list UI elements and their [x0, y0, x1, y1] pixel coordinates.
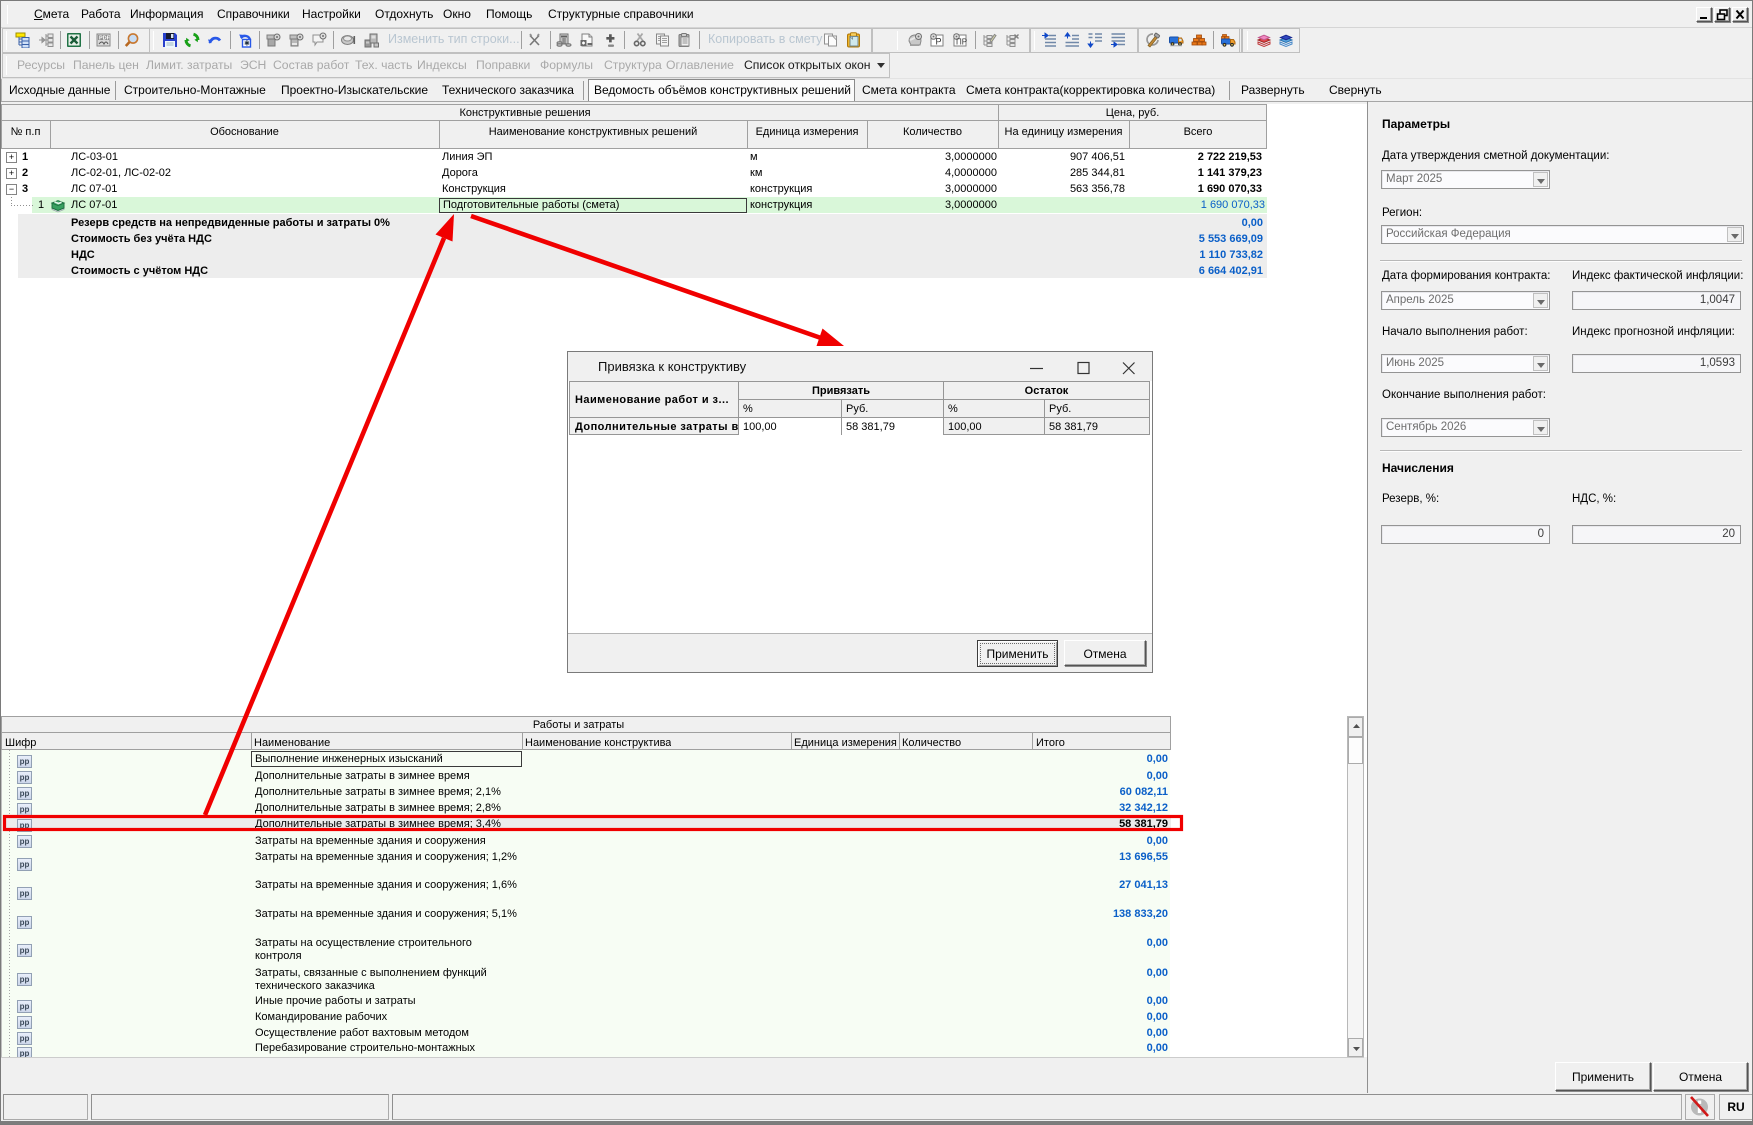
- svg-text:ПР: ПР: [956, 38, 967, 47]
- svg-text:PDF: PDF: [99, 36, 111, 42]
- svg-text:✱: ✱: [244, 40, 250, 48]
- svg-text:P: P: [936, 37, 942, 47]
